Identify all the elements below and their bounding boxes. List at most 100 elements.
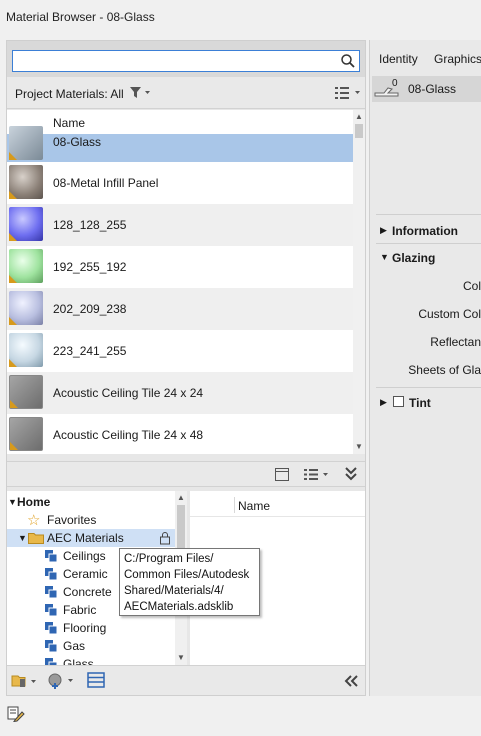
material-row[interactable]: Acoustic Ceiling Tile 24 x 48 [7, 414, 353, 454]
asset-browser-icon[interactable] [87, 672, 105, 688]
tab-identity[interactable]: Identity [379, 52, 418, 66]
view-options-dropdown-icon[interactable] [333, 86, 363, 100]
library-view-dropdown-icon[interactable] [303, 468, 331, 481]
material-swatch [9, 126, 43, 160]
edit-document-icon[interactable] [7, 706, 25, 722]
material-name: 08-Glass [53, 135, 102, 149]
create-material-dropdown-icon[interactable] [47, 672, 77, 690]
tree-item-label: AEC Materials [47, 531, 124, 545]
scroll-down-arrow[interactable]: ▼ [354, 442, 364, 452]
tree-item-category[interactable]: Gas [7, 637, 177, 655]
material-swatch [9, 375, 43, 409]
collapse-left-chevron-icon[interactable] [343, 674, 359, 688]
tooltip-line: C:/Program Files/ [124, 553, 214, 565]
window-title: Material Browser - 08-Glass [6, 10, 155, 24]
section-glazing[interactable]: ▼ Glazing [370, 245, 481, 271]
filter-dropdown-icon[interactable] [129, 86, 153, 100]
materials-list-header[interactable]: Name [7, 110, 353, 134]
current-material-header[interactable]: 0 08-Glass [372, 76, 481, 102]
material-name: 128_128_255 [53, 218, 127, 232]
search-box[interactable] [12, 50, 360, 72]
search-area [7, 41, 365, 77]
collapse-library-chevron-icon[interactable] [343, 466, 359, 482]
material-name: 202_209_238 [53, 302, 127, 316]
glazing-sheets-label: Sheets of Gla [408, 363, 481, 377]
material-name: 08-Metal Infill Panel [53, 176, 159, 190]
material-swatch [9, 207, 43, 241]
tooltip-line: AECMaterials.adsklib [124, 601, 234, 613]
section-tint[interactable]: ▶ Tint [370, 390, 481, 416]
material-row[interactable]: 08-Metal Infill Panel [7, 162, 353, 204]
material-swatch [9, 165, 43, 199]
current-material-name: 08-Glass [408, 82, 457, 96]
tab-graphics[interactable]: Graphics [434, 52, 481, 66]
tree-item-label: Concrete [63, 585, 112, 599]
materials-scrollbar[interactable]: ▲ ▼ [353, 110, 365, 454]
tree-item-label: Fabric [63, 603, 97, 617]
folder-icon [28, 533, 44, 544]
title-bar: Material Browser - 08-Glass [0, 0, 481, 36]
tint-checkbox[interactable] [393, 396, 404, 407]
tree-item-label: Glass [63, 657, 94, 665]
expand-arrow-icon[interactable]: ▼ [8, 497, 17, 507]
material-row[interactable]: 08-Glass [7, 126, 353, 162]
tree-item-favorites[interactable]: ☆ Favorites [7, 511, 177, 529]
library-toolbar [7, 461, 365, 487]
search-icon[interactable] [339, 52, 357, 70]
section-label: Tint [409, 396, 431, 410]
expand-arrow-icon[interactable]: ▶ [380, 225, 387, 236]
editor-tabs: Identity Graphics [370, 40, 481, 76]
library-category-icon [45, 658, 57, 665]
scroll-down-arrow[interactable]: ▼ [176, 653, 186, 663]
material-name: Acoustic Ceiling Tile 24 x 48 [53, 428, 204, 442]
library-path-tooltip: C:/Program Files/ Common Files/Autodesk … [119, 548, 260, 616]
hand-icon [374, 87, 399, 97]
library-list-header[interactable]: Name [190, 493, 365, 517]
tree-item-home[interactable]: ▼ Home [7, 493, 177, 511]
name-column-header: Name [238, 499, 271, 513]
library-category-icon [45, 568, 57, 580]
library-category-icon [45, 640, 57, 652]
manage-library-dropdown-icon[interactable] [11, 673, 39, 689]
material-row[interactable]: 192_255_192 [7, 246, 353, 288]
material-swatch [9, 291, 43, 325]
section-label: Glazing [392, 251, 436, 265]
project-materials-bar: Project Materials: All [7, 77, 365, 109]
material-row[interactable]: 128_128_255 [7, 204, 353, 246]
expand-arrow-icon[interactable]: ▶ [380, 397, 387, 408]
material-name: Acoustic Ceiling Tile 24 x 24 [53, 386, 204, 400]
material-row[interactable]: Acoustic Ceiling Tile 24 x 24 [7, 372, 353, 414]
project-materials-label: Project Materials: All [15, 87, 124, 101]
scroll-up-arrow[interactable]: ▲ [176, 493, 186, 503]
tree-item-label: Ceramic [63, 567, 108, 581]
section-information[interactable]: ▶ Information [370, 218, 481, 244]
project-materials-list: Name 08-Glass 08-Metal Infill Panel 128_… [7, 110, 365, 454]
star-icon: ☆ [27, 512, 41, 529]
bottom-toolbar [7, 665, 365, 695]
tree-item-label: Home [17, 495, 51, 509]
panel-toggle-icon[interactable] [275, 468, 289, 481]
scroll-thumb[interactable] [355, 124, 363, 138]
tree-item-aec-materials[interactable]: ▼ AEC Materials [7, 529, 175, 547]
material-swatch [9, 249, 43, 283]
glazing-custom-color-label: Custom Col [418, 307, 481, 321]
tree-item-label: Gas [63, 639, 86, 653]
material-editor-panel: Identity Graphics 0 08-Glass ▶ Informati… [369, 40, 481, 696]
search-input[interactable] [16, 53, 334, 69]
name-column-header: Name [53, 116, 86, 130]
expand-arrow-icon[interactable]: ▼ [18, 533, 27, 543]
tree-item-category[interactable]: Glass [7, 655, 177, 665]
glazing-color-label: Col [462, 279, 481, 293]
library-category-icon [45, 622, 57, 634]
material-name: 192_255_192 [53, 260, 127, 274]
tooltip-line: Common Files/Autodesk [124, 569, 250, 581]
scroll-up-arrow[interactable]: ▲ [354, 112, 364, 122]
tree-item-label: Flooring [63, 621, 107, 635]
glazing-reflectance-label: Reflectan [430, 335, 481, 349]
material-row[interactable]: 202_209_238 [7, 288, 353, 330]
material-row[interactable]: 223_241_255 [7, 330, 353, 372]
library-category-icon [45, 550, 57, 562]
tree-item-category[interactable]: Flooring [7, 619, 177, 637]
collapse-arrow-icon[interactable]: ▼ [380, 252, 389, 262]
material-swatch [9, 333, 43, 367]
